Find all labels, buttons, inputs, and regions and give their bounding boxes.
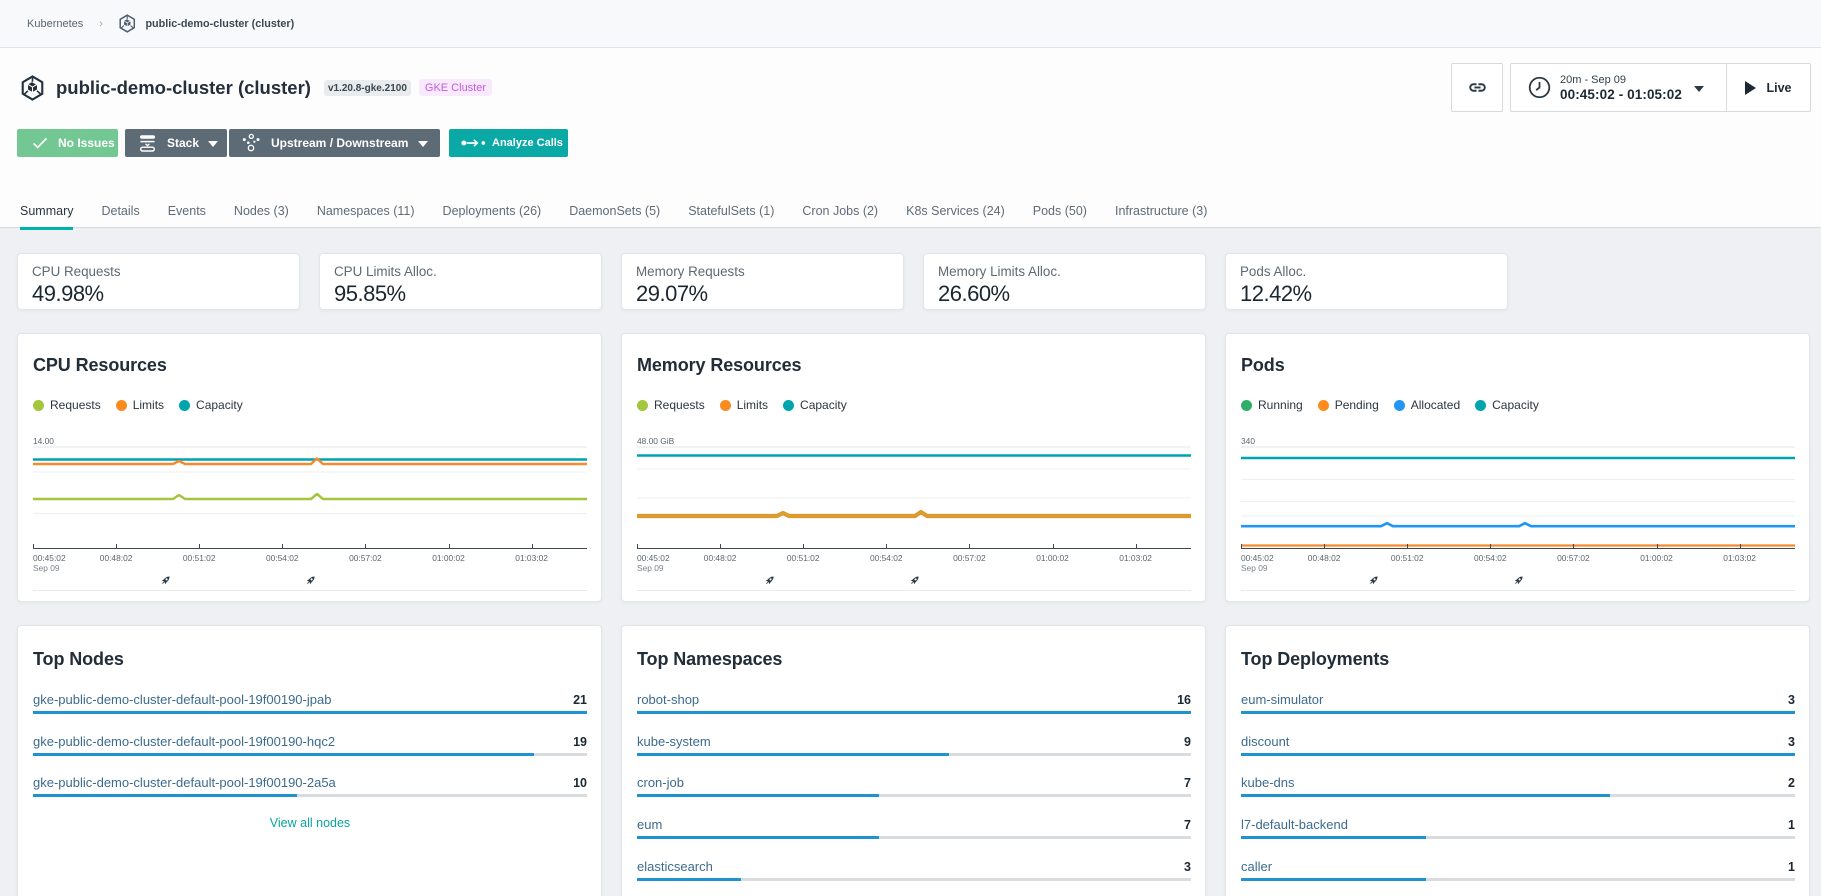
svg-text:01:03:02: 01:03:02 [515,553,548,563]
svg-text:00:57:02: 00:57:02 [953,553,986,563]
svg-text:00:51:02: 00:51:02 [787,553,820,563]
svg-text:00:48:02: 00:48:02 [100,553,133,563]
svg-text:01:03:02: 01:03:02 [1119,553,1152,563]
svg-text:01:00:02: 01:00:02 [1640,553,1673,563]
svg-text:00:48:02: 00:48:02 [1308,553,1341,563]
svg-text:00:54:02: 00:54:02 [1474,553,1507,563]
svg-text:14.00: 14.00 [33,436,54,446]
svg-text:00:48:02: 00:48:02 [704,553,737,563]
svg-text:00:51:02: 00:51:02 [1391,553,1424,563]
svg-text:01:03:02: 01:03:02 [1723,553,1756,563]
svg-text:01:00:02: 01:00:02 [432,553,465,563]
svg-text:Sep 09: Sep 09 [1241,563,1268,573]
svg-text:Sep 09: Sep 09 [637,563,664,573]
svg-text:00:51:02: 00:51:02 [183,553,216,563]
svg-text:00:45:02: 00:45:02 [33,553,66,563]
svg-text:00:57:02: 00:57:02 [1557,553,1590,563]
svg-text:00:45:02: 00:45:02 [1241,553,1274,563]
svg-text:00:54:02: 00:54:02 [870,553,903,563]
svg-text:00:45:02: 00:45:02 [637,553,670,563]
svg-text:340: 340 [1241,436,1255,446]
svg-text:48.00 GiB: 48.00 GiB [637,436,675,446]
svg-text:00:57:02: 00:57:02 [349,553,382,563]
svg-text:00:54:02: 00:54:02 [266,553,299,563]
svg-text:01:00:02: 01:00:02 [1036,553,1069,563]
svg-text:Sep 09: Sep 09 [33,563,60,573]
